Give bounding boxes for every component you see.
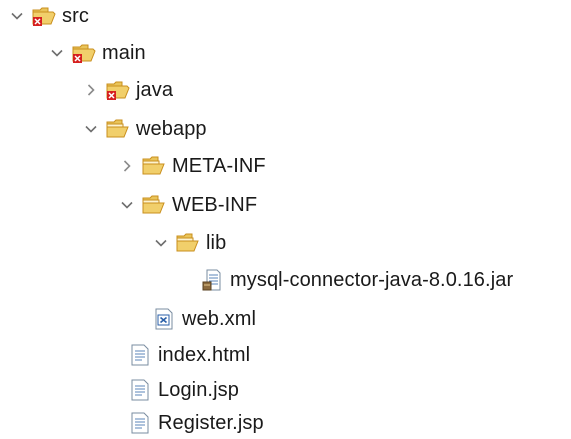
source-folder-error-icon [72, 41, 96, 65]
tree-item-label: lib [206, 232, 227, 254]
folder-open-icon [142, 154, 166, 178]
chevron-down-icon[interactable] [82, 114, 100, 144]
source-folder-error-icon [106, 78, 130, 102]
tree-item-label: META-INF [172, 155, 266, 177]
tree-item-label: main [102, 42, 146, 64]
tree-item-lib[interactable]: lib [152, 228, 226, 258]
folder-open-icon [142, 193, 166, 217]
jar-file-icon [200, 268, 224, 292]
folder-open-icon [176, 231, 200, 255]
tree-item-label: web.xml [182, 308, 257, 330]
tree-item-label: index.html [158, 344, 251, 366]
chevron-down-icon[interactable] [48, 38, 66, 68]
text-file-icon [128, 343, 152, 367]
tree-item-label: mysql-connector-java-8.0.16.jar [230, 269, 514, 291]
chevron-right-icon[interactable] [82, 75, 100, 105]
tree-item-web-inf[interactable]: WEB-INF [118, 190, 257, 220]
text-file-icon [128, 378, 152, 402]
tree-item-mysql-jar[interactable]: mysql-connector-java-8.0.16.jar [176, 265, 513, 295]
source-folder-error-icon [32, 4, 56, 28]
tree-item-label: java [136, 79, 174, 101]
tree-item-register-jsp[interactable]: Register.jsp [128, 408, 264, 438]
tree-item-label: Register.jsp [158, 412, 264, 434]
tree-item-webapp[interactable]: webapp [82, 114, 207, 144]
tree-item-label: webapp [136, 118, 207, 140]
tree-item-index-html[interactable]: index.html [128, 340, 250, 370]
tree-item-label: WEB-INF [172, 194, 258, 216]
tree-item-web-xml[interactable]: web.xml [152, 304, 256, 334]
tree-item-label: Login.jsp [158, 379, 239, 401]
text-file-icon [128, 411, 152, 435]
xml-file-icon [152, 307, 176, 331]
tree-item-label: src [62, 5, 89, 27]
chevron-down-icon[interactable] [152, 228, 170, 258]
chevron-down-icon[interactable] [8, 1, 26, 31]
tree-item-java[interactable]: java [82, 75, 173, 105]
tree-item-login-jsp[interactable]: Login.jsp [128, 375, 239, 405]
tree-item-src[interactable]: src [8, 1, 89, 31]
folder-open-icon [106, 117, 130, 141]
tree-item-meta-inf[interactable]: META-INF [118, 151, 266, 181]
chevron-right-icon[interactable] [118, 151, 136, 181]
chevron-down-icon[interactable] [118, 190, 136, 220]
project-explorer-tree: src main java webapp META-INF WEB-INF li… [0, 0, 571, 439]
tree-item-main[interactable]: main [48, 38, 146, 68]
